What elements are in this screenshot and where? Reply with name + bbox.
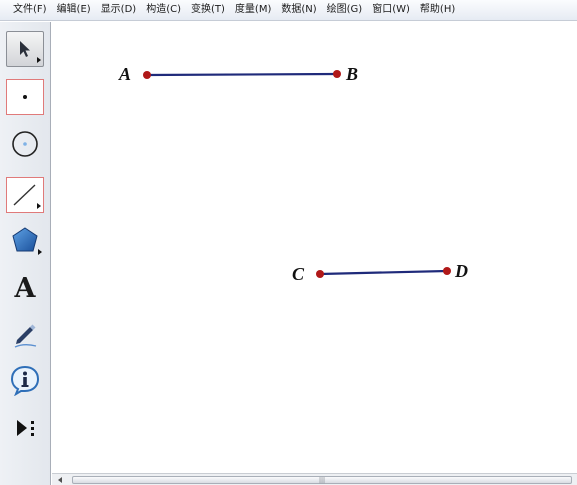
menu-display[interactable]: 显示(D): [96, 0, 142, 20]
marker-tool[interactable]: [6, 316, 44, 352]
info-bubble-icon: [10, 365, 40, 396]
pen-icon: [14, 324, 37, 348]
menu-data[interactable]: 数据(N): [276, 0, 321, 20]
segment-cd[interactable]: [319, 269, 448, 276]
point-c[interactable]: [316, 270, 324, 278]
point-tool[interactable]: [6, 79, 44, 115]
scrollbar-grip: |||: [318, 477, 326, 484]
more-options-indicator: [38, 249, 42, 255]
polygon-tool[interactable]: [6, 222, 44, 258]
more-options-indicator: [37, 57, 41, 63]
line-segment-icon: [13, 184, 36, 206]
menu-help[interactable]: 帮助(H): [415, 0, 460, 20]
arrow-pointer-icon: [20, 41, 30, 57]
arrow-select-tool[interactable]: [6, 31, 44, 67]
menu-construct[interactable]: 构造(C): [141, 0, 186, 20]
point-b[interactable]: [333, 70, 341, 78]
horizontal-scrollbar[interactable]: |||: [52, 473, 577, 485]
toolbox: A: [0, 22, 51, 485]
circle-icon: [12, 131, 38, 157]
scroll-left-arrow-icon[interactable]: [58, 477, 62, 483]
menu-graph[interactable]: 绘图(G): [322, 0, 368, 20]
point-a[interactable]: [143, 71, 151, 79]
more-options-indicator: [37, 203, 41, 209]
menu-edit[interactable]: 编辑(E): [52, 0, 96, 20]
play-more-icon: [17, 420, 34, 436]
scrollbar-thumb[interactable]: |||: [72, 476, 572, 484]
straightedge-tool[interactable]: [6, 177, 44, 213]
menu-bar: 文件(F) 编辑(E) 显示(D) 构造(C) 变换(T) 度量(M) 数据(N…: [0, 0, 577, 21]
sketch-canvas[interactable]: A B C D: [52, 22, 577, 473]
text-tool[interactable]: A: [6, 270, 44, 306]
menu-transform[interactable]: 变换(T): [186, 0, 230, 20]
geometry-drawing: [143, 70, 451, 278]
menu-file[interactable]: 文件(F): [8, 0, 52, 20]
point-label-a[interactable]: A: [119, 65, 131, 83]
point-label-b[interactable]: B: [346, 65, 358, 83]
menu-measure[interactable]: 度量(M): [230, 0, 276, 20]
pentagon-icon: [12, 227, 38, 252]
compass-tool[interactable]: [6, 126, 44, 162]
menu-window[interactable]: 窗口(W): [367, 0, 415, 20]
information-tool[interactable]: [6, 362, 44, 398]
point-icon: [23, 95, 27, 99]
point-label-c[interactable]: C: [292, 265, 304, 283]
text-a-icon: A: [14, 272, 36, 304]
custom-tool[interactable]: [6, 410, 44, 446]
segment-ab[interactable]: [146, 72, 338, 77]
point-label-d[interactable]: D: [455, 262, 468, 280]
point-d[interactable]: [443, 267, 451, 275]
